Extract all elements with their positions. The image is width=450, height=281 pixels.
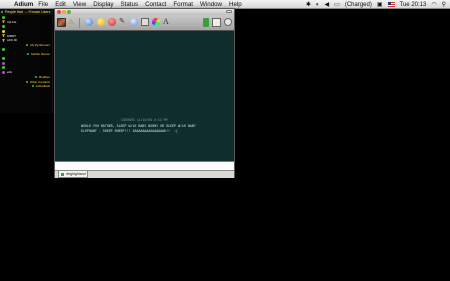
group-name: Other Contacts bbox=[29, 79, 50, 84]
contact-list-title: People that ... / Known Users bbox=[5, 10, 51, 14]
battery-status[interactable]: (Charged) bbox=[345, 2, 372, 8]
online-icon bbox=[2, 47, 5, 51]
search-icon[interactable] bbox=[224, 18, 232, 26]
clock[interactable]: Tue 20:13 bbox=[400, 2, 427, 8]
message-transcript[interactable]: DIEHGHI 11/10/09 8:13 PM WOULD YOU RATHE… bbox=[55, 32, 234, 161]
chat-window: ⚠ ✎ A DIEHGHI 11/10/09 8:13 PM WOULD YOU… bbox=[54, 8, 235, 178]
online-icon bbox=[2, 24, 5, 28]
spotlight-icon[interactable]: ⚲ bbox=[442, 1, 446, 8]
chat-tab[interactable]: dirghighland bbox=[58, 171, 88, 178]
us-flag-icon[interactable] bbox=[387, 2, 395, 7]
menu-help[interactable]: Help bbox=[229, 1, 242, 8]
menu-format[interactable]: Format bbox=[173, 1, 193, 8]
contact-name: ACK RI bbox=[7, 38, 18, 43]
toolbar-separator bbox=[79, 18, 80, 28]
insert-link-icon[interactable]: ✎ bbox=[119, 18, 125, 26]
online-icon bbox=[2, 15, 5, 19]
wifi-icon[interactable]: ◠ bbox=[431, 1, 436, 8]
message-header: DIEHGHI 11/10/09 8:13 PM bbox=[121, 118, 168, 122]
warning-icon[interactable]: ⚠ bbox=[68, 18, 74, 27]
contact-name: trpt bot bbox=[7, 19, 17, 24]
zoom-window-button[interactable] bbox=[67, 10, 71, 14]
text-color-icon[interactable] bbox=[152, 18, 160, 26]
bluetooth-icon[interactable]: ✱ bbox=[306, 1, 311, 8]
tab-status-icon bbox=[61, 172, 64, 176]
chat-toolbar: ⚠ ✎ A bbox=[55, 15, 234, 31]
get-info-icon[interactable] bbox=[130, 18, 138, 26]
group-name: Individuals bbox=[35, 84, 50, 89]
buddy-icon bbox=[2, 20, 5, 24]
group-header[interactable]: Individuals bbox=[0, 84, 52, 89]
minimize-window-button[interactable] bbox=[62, 10, 66, 14]
contact-avatar[interactable] bbox=[57, 18, 66, 27]
volume-icon[interactable]: ◀ bbox=[325, 1, 330, 8]
battery-icon[interactable]: ▭ bbox=[334, 1, 340, 8]
sync-icon[interactable]: ◐ bbox=[316, 2, 320, 8]
online-icon bbox=[31, 85, 34, 88]
contact-name: AIRDT bbox=[7, 33, 16, 38]
message-input[interactable] bbox=[55, 161, 234, 170]
font-icon[interactable]: A bbox=[163, 17, 169, 27]
sound-icon[interactable] bbox=[108, 18, 116, 26]
close-window-button[interactable] bbox=[57, 10, 61, 14]
menu-edit[interactable]: Edit bbox=[55, 1, 66, 8]
menu-status[interactable]: Status bbox=[121, 1, 139, 8]
away-icon bbox=[2, 29, 5, 33]
message-text: WOULD YOU RATHER, SLEEP W/10 BABY BUNNY … bbox=[81, 124, 196, 133]
online-icon bbox=[2, 57, 5, 61]
menu-window[interactable]: Window bbox=[200, 1, 222, 8]
online-icon bbox=[27, 53, 30, 56]
buddy-icon bbox=[2, 38, 5, 42]
idle-icon bbox=[2, 61, 5, 65]
chat-tab-label: dirghighland bbox=[66, 172, 86, 176]
online-icon bbox=[2, 66, 5, 70]
chat-tab-bar: dirghighland bbox=[55, 170, 234, 178]
buddy-icon bbox=[2, 34, 5, 38]
online-icon bbox=[35, 76, 38, 79]
status-icon bbox=[1, 11, 3, 13]
contact-name: erik bbox=[7, 70, 12, 75]
toolbar-toggle-button[interactable] bbox=[226, 10, 232, 13]
menu-contact[interactable]: Contact bbox=[145, 1, 166, 8]
online-icon bbox=[26, 43, 29, 46]
contact-list-window: People that ... / Known Users trpt bot A… bbox=[0, 9, 53, 113]
menu-extras: ✱ ◐ ◀ ▭ (Charged) ▣ Tue 20:13 ◠ ⚲ bbox=[306, 0, 446, 9]
video-chat-icon[interactable] bbox=[212, 18, 221, 27]
group-name: Buddies bbox=[39, 75, 50, 80]
input-menu-icon[interactable]: ▣ bbox=[377, 1, 383, 8]
menu-file[interactable]: File bbox=[38, 1, 48, 8]
group-name: Mobile Device bbox=[31, 52, 50, 57]
app-menu[interactable]: Adium bbox=[14, 1, 33, 8]
chat-history-icon[interactable] bbox=[141, 18, 149, 26]
menu-view[interactable]: View bbox=[73, 1, 86, 8]
online-icon bbox=[25, 80, 28, 83]
contact-info-icon[interactable] bbox=[203, 18, 209, 27]
menu-display[interactable]: Display bbox=[93, 1, 113, 8]
idle-icon bbox=[2, 70, 5, 74]
group-name: My Performers bbox=[30, 42, 50, 47]
block-icon[interactable] bbox=[85, 18, 93, 26]
emoticon-icon[interactable] bbox=[97, 18, 105, 26]
